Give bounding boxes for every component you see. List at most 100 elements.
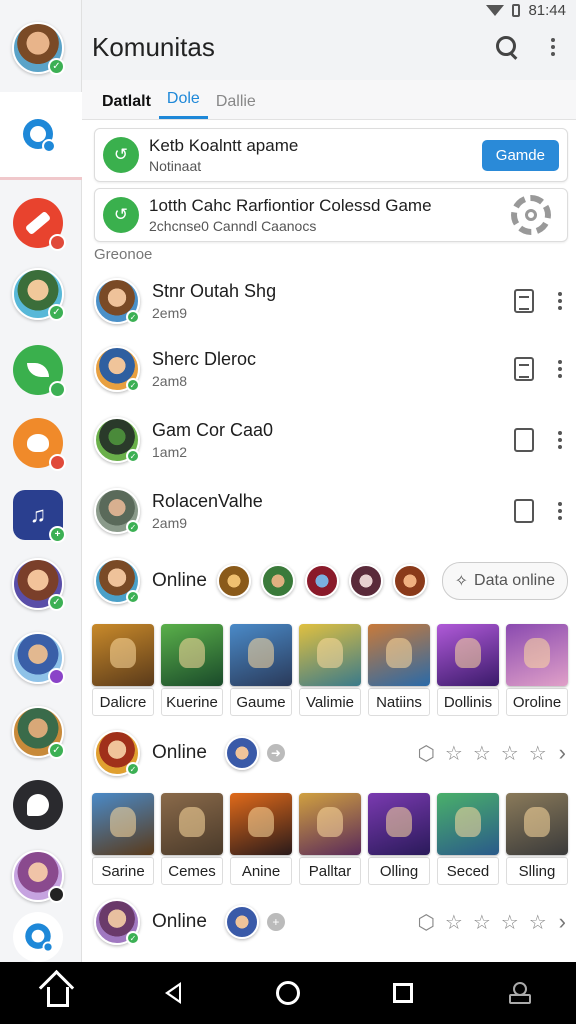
add-icon[interactable]: + [266,913,285,931]
notification-badge [49,234,66,251]
game-tile[interactable]: Anine [230,793,292,885]
more-vert-icon[interactable] [558,292,562,310]
online-badge: ✓ [48,304,65,321]
tab-dole[interactable]: Dole [158,90,208,119]
server-avatar-1[interactable]: ✓ [12,268,65,321]
game-tile[interactable]: Natiins [368,624,430,716]
chat-row[interactable]: ✓ Gam Cor Caa0 1am2 [82,405,576,475]
more-button[interactable] [530,24,576,70]
chat-row[interactable]: ✓ Stnr Outah Shg 2em9 [82,266,576,336]
hand-icon [27,434,49,452]
search-icon [496,36,518,58]
game-tile[interactable]: Kuerine [161,624,223,716]
game-art [368,624,430,686]
server-icon-dark[interactable] [13,780,63,830]
document-icon[interactable] [514,289,534,313]
game-card-1[interactable]: ↺ Ketb Koalntt apame Notinaat Gamde [94,128,568,182]
community-icon[interactable] [13,110,63,160]
server-avatar-4[interactable]: ✓ [12,706,65,759]
tile-label: Seced [437,857,499,885]
main-content: Datlalt Dole Dallie ↺ Ketb Koalntt apame… [82,80,576,962]
back-icon [164,982,181,1004]
accessibility-button[interactable] [498,973,538,1013]
chevron-right-icon[interactable]: › [559,740,566,766]
data-online-button[interactable]: ✧ Data online [441,562,568,600]
chevron-right-icon[interactable]: › [559,909,566,935]
game-tile[interactable]: Gaume [230,624,292,716]
document-icon[interactable] [514,499,534,523]
game-card-2[interactable]: ↺ 1otth Cahc Rarfiontior Colessd Game 2c… [94,188,568,242]
game-tile[interactable]: Dollinis [437,624,499,716]
server-icon-leaf[interactable] [13,345,66,398]
online-badge: ✓ [48,594,65,611]
chat-row[interactable]: ✓ RolacenValhe 2am9 [82,476,576,546]
game-tile[interactable]: Slling [506,793,568,885]
document-icon[interactable] [514,428,534,452]
rating-stars[interactable]: ⬡ ☆ ☆ ☆ ☆ › [417,909,566,935]
eraser-icon [24,210,52,236]
server-avatar-5[interactable] [12,850,65,903]
online-row: ✓ Online ➜ ⬡ ☆ ☆ ☆ ☆ › [82,718,576,788]
online-row: ✓ Online + ⬡ ☆ ☆ ☆ ☆ › [82,887,576,957]
chat-name: Stnr Outah Shg [152,281,277,301]
more-vert-icon[interactable] [558,431,562,449]
add-icon[interactable]: ➜ [266,744,285,762]
online-avatar[interactable] [216,564,251,598]
profile-avatar[interactable]: ✓ [12,22,65,75]
rating-stars[interactable]: ⬡ ☆ ☆ ☆ ☆ › [417,740,566,766]
online-avatar[interactable] [224,905,259,939]
online-avatar[interactable] [260,564,295,598]
server-icon-eraser[interactable] [13,198,66,251]
tab-dallie[interactable]: Dallie [208,93,264,119]
online-avatar[interactable] [224,736,259,770]
server-icon-music[interactable]: ♫ + [13,490,66,543]
game-tile[interactable]: Palltar [299,793,361,885]
game-tile[interactable]: Seced [437,793,499,885]
more-vert-icon[interactable] [558,360,562,378]
chat-row[interactable]: ✓ Sherc Dleroc 2am8 [82,334,576,404]
back-button[interactable] [153,973,193,1013]
server-avatar-3[interactable] [12,632,65,685]
game-art [437,624,499,686]
tab-bar: Datlalt Dole Dallie [82,80,576,120]
game-tile[interactable]: Cemes [161,793,223,885]
tile-label: Kuerine [161,688,223,716]
tile-label: Oroline [506,688,568,716]
game-tile[interactable]: Sarine [92,793,154,885]
card-title: 1otth Cahc Rarfiontior Colessd Game [149,196,432,215]
server-avatar-2[interactable]: ✓ [12,558,65,611]
online-badge: ✓ [48,58,65,75]
chat-name: RolacenValhe [152,491,263,511]
home-circle-button[interactable] [268,973,308,1013]
game-tile[interactable]: Valimie [299,624,361,716]
game-tile[interactable]: Oroline [506,624,568,716]
avatar[interactable]: ✓ [94,558,140,604]
game-tile[interactable]: Olling [368,793,430,885]
chat-name: Gam Cor Caa0 [152,420,274,440]
document-icon[interactable] [514,357,534,381]
online-avatar[interactable] [304,564,339,598]
online-avatar[interactable] [392,564,427,598]
avatar[interactable]: ✓ [94,730,140,776]
online-avatar[interactable] [348,564,383,598]
search-button[interactable] [484,24,530,70]
recents-button[interactable] [383,973,423,1013]
tab-default[interactable]: Datlalt [94,93,159,119]
avatar[interactable]: ✓ [94,899,140,945]
server-icon-chat[interactable] [13,912,63,962]
person-icon [509,982,532,1004]
home-button[interactable] [38,973,78,1013]
notification-badge [48,668,65,685]
game-tiles-2: Sarine Cemes Anine Palltar Olling Seced … [92,793,568,885]
more-vert-icon[interactable] [558,502,562,520]
game-art [230,793,292,855]
game-art [506,793,568,855]
settings-gear-icon[interactable] [511,195,551,235]
game-art [299,624,361,686]
game-button[interactable]: Gamde [481,139,559,171]
server-icon-hand[interactable] [13,418,66,471]
system-nav-bar [0,962,576,1024]
music-icon: ♫ [29,502,47,527]
chat-time: 1am2 [152,444,188,460]
game-tile[interactable]: Dalicre [92,624,154,716]
